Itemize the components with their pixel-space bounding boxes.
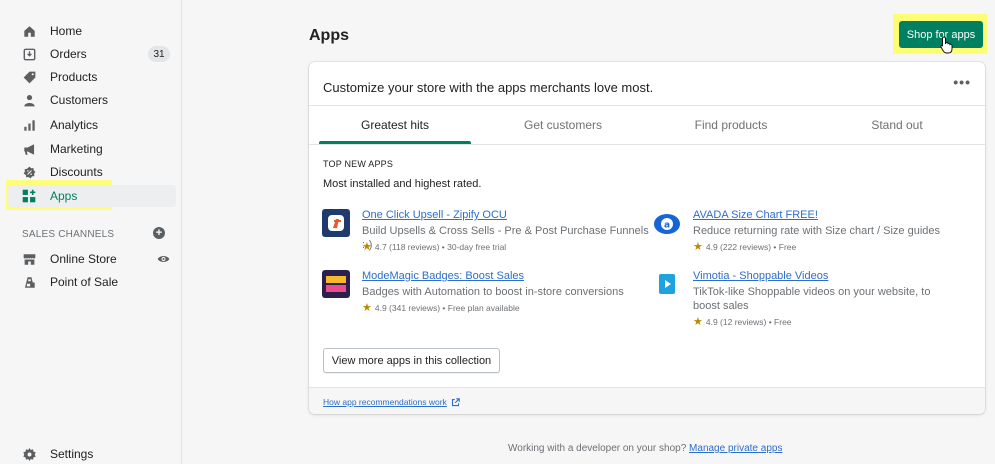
orders-icon xyxy=(22,47,36,61)
app-listing: ModeMagic Badges: Boost Sales Badges wit… xyxy=(322,270,642,314)
megaphone-icon xyxy=(22,142,36,156)
sidebar-item-home[interactable]: Home xyxy=(8,20,176,42)
app-name-link[interactable]: One Click Upsell - Zipify OCU xyxy=(362,209,507,221)
tab-greatest-hits[interactable]: Greatest hits xyxy=(313,106,477,144)
sidebar: Home Orders 31 Products Customers Analyt… xyxy=(0,0,182,464)
person-icon xyxy=(22,93,36,107)
card-footer: How app recommendations work xyxy=(309,387,985,414)
sidebar-item-apps[interactable]: Apps xyxy=(8,185,176,207)
section-title: TOP NEW APPS xyxy=(323,159,394,169)
private-apps-text: Working with a developer on your shop? xyxy=(508,443,687,454)
card-heading: Customize your store with the apps merch… xyxy=(323,80,654,95)
app-listing: Vimotia - Shoppable Videos TikTok-like S… xyxy=(653,270,973,330)
star-icon: ★ xyxy=(362,302,372,314)
sidebar-item-settings[interactable]: Settings xyxy=(8,443,176,464)
app-rating-text: 4.7 (118 reviews) • 30-day free trial xyxy=(374,241,507,252)
app-listing: a AVADA Size Chart FREE! Reduce returnin… xyxy=(653,209,973,253)
sidebar-item-label: Orders xyxy=(50,47,87,61)
recommendations-info-text: How app recommendations work xyxy=(323,397,447,407)
app-rating-text: 4.9 (222 reviews) • Free xyxy=(705,241,797,252)
app-rating: ★ 4.9 (222 reviews) • Free xyxy=(693,240,796,253)
eye-icon[interactable] xyxy=(157,253,170,268)
sidebar-item-products[interactable]: Products xyxy=(8,66,176,88)
modemagic-logo-icon xyxy=(322,270,350,298)
recommendations-info-link[interactable]: How app recommendations work xyxy=(323,397,460,407)
sidebar-item-label: Point of Sale xyxy=(50,275,119,289)
star-icon: ★ xyxy=(693,316,703,328)
tag-icon xyxy=(22,70,36,84)
app-rating: ★ 4.9 (341 reviews) • Free plan availabl… xyxy=(362,301,520,314)
tab-get-customers[interactable]: Get customers xyxy=(481,106,645,144)
sidebar-item-discounts[interactable]: Discounts xyxy=(8,161,176,183)
sidebar-item-label: Home xyxy=(50,24,83,38)
app-rating-text: 4.9 (341 reviews) • Free plan available xyxy=(374,302,520,313)
sidebar-item-label: Marketing xyxy=(50,142,103,156)
external-link-icon xyxy=(451,397,460,407)
sidebar-item-online-store[interactable]: Online Store xyxy=(8,248,176,270)
sidebar-item-label: Online Store xyxy=(50,252,117,266)
discount-icon xyxy=(22,165,36,179)
sidebar-item-analytics[interactable]: Analytics xyxy=(8,114,176,136)
gear-icon xyxy=(22,447,36,461)
sidebar-item-orders[interactable]: Orders 31 xyxy=(8,43,176,65)
sidebar-item-label: Discounts xyxy=(50,165,103,179)
more-actions-icon[interactable]: ••• xyxy=(953,74,971,90)
sidebar-item-customers[interactable]: Customers xyxy=(8,89,176,111)
sidebar-item-point-of-sale[interactable]: Point of Sale xyxy=(8,271,176,293)
vimotia-logo-icon xyxy=(653,270,681,298)
app-rating: ★ 4.7 (118 reviews) • 30-day free trial xyxy=(362,240,506,253)
hand-cursor-icon xyxy=(940,36,954,57)
divider xyxy=(309,144,985,145)
svg-text:a: a xyxy=(664,221,670,231)
recommendations-card: Customize your store with the apps merch… xyxy=(309,62,985,414)
app-name-link[interactable]: Vimotia - Shoppable Videos xyxy=(693,270,828,282)
view-more-apps-button[interactable]: View more apps in this collection xyxy=(323,348,500,373)
app-rating-text: 4.9 (12 reviews) • Free xyxy=(705,316,792,327)
private-apps-footer: Working with a developer on your shop? M… xyxy=(508,443,782,454)
sidebar-item-label: Analytics xyxy=(50,118,99,132)
apps-icon xyxy=(22,189,36,203)
app-description: TikTok-like Shoppable videos on your web… xyxy=(693,286,931,312)
tab-find-products[interactable]: Find products xyxy=(649,106,813,144)
sidebar-item-marketing[interactable]: Marketing xyxy=(8,138,176,160)
bar-chart-icon xyxy=(22,118,36,132)
sidebar-item-label: Apps xyxy=(50,189,78,203)
sidebar-item-label: Customers xyxy=(50,93,109,107)
sidebar-item-label: Products xyxy=(50,70,98,84)
app-description: Badges with Automation to boost in-store… xyxy=(362,286,624,298)
app-description: Reduce returning rate with Size chart / … xyxy=(693,225,941,237)
orders-count-badge: 31 xyxy=(148,46,170,62)
store-icon xyxy=(22,252,36,266)
sidebar-item-label: Settings xyxy=(50,447,94,461)
star-icon: ★ xyxy=(362,241,372,253)
manage-private-apps-link[interactable]: Manage private apps xyxy=(689,443,782,454)
zipify-logo-icon xyxy=(322,209,350,237)
page-title: Apps xyxy=(309,27,349,44)
tab-stand-out[interactable]: Stand out xyxy=(815,106,979,144)
avada-logo-icon: a xyxy=(653,209,681,237)
sales-channels-title: SALES CHANNELS xyxy=(22,229,115,240)
star-icon: ★ xyxy=(693,241,703,253)
app-name-link[interactable]: AVADA Size Chart FREE! xyxy=(693,209,818,221)
home-icon xyxy=(22,24,36,38)
add-channel-icon[interactable]: + xyxy=(153,227,165,239)
app-listing: One Click Upsell - Zipify OCU Build Upse… xyxy=(322,209,649,253)
app-name-link[interactable]: ModeMagic Badges: Boost Sales xyxy=(362,270,524,282)
app-rating: ★ 4.9 (12 reviews) • Free xyxy=(693,315,792,328)
pos-icon xyxy=(22,275,36,289)
section-subtitle: Most installed and highest rated. xyxy=(323,178,482,190)
